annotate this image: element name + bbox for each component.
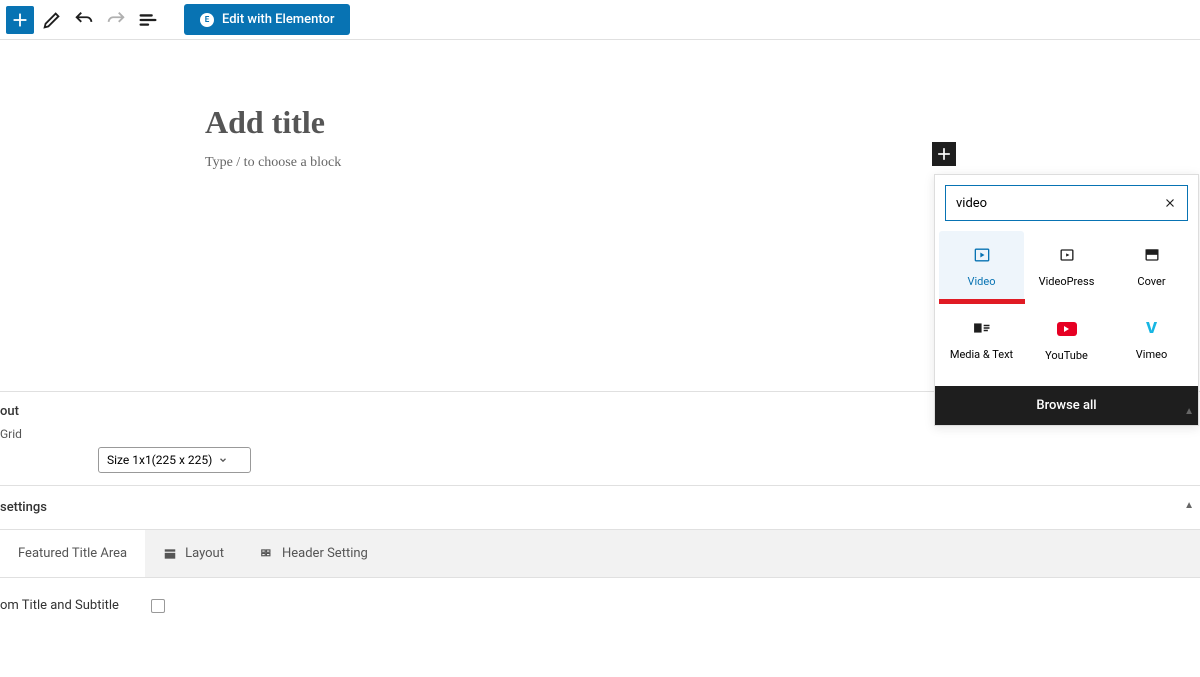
block-tile-label: Video: [968, 275, 996, 288]
redo-button: [102, 6, 130, 34]
edit-mode-button[interactable]: [38, 6, 66, 34]
tab-layout[interactable]: Layout: [145, 530, 242, 577]
undo-button[interactable]: [70, 6, 98, 34]
grid-size-select[interactable]: Size 1x1(225 x 225): [98, 447, 251, 473]
block-tile-video[interactable]: Video: [939, 231, 1024, 302]
block-inserter-popup: Video VideoPress Cover Media & Text Y: [934, 174, 1199, 426]
videopress-block-icon: [1057, 245, 1077, 265]
layout-tab-icon: [163, 547, 177, 561]
elementor-label: Edit with Elementor: [222, 12, 334, 27]
media-text-block-icon: [972, 318, 992, 338]
block-tile-youtube[interactable]: YouTube: [1024, 302, 1109, 376]
settings-panel: settings ▲: [0, 486, 1200, 530]
block-tile-vimeo[interactable]: v Vimeo: [1109, 302, 1194, 376]
grid-field-label: Grid: [0, 427, 22, 441]
editor-canvas: Add title Type / to choose a block: [0, 40, 1200, 171]
add-block-button[interactable]: [6, 6, 34, 34]
header-setting-tab-icon: [260, 547, 274, 561]
checkbox-label: om Title and Subtitle: [0, 598, 119, 613]
block-tile-label: Vimeo: [1136, 348, 1167, 361]
block-tile-label: YouTube: [1045, 349, 1088, 362]
collapse-caret-icon[interactable]: ▲: [1184, 406, 1194, 417]
block-tile-label: Media & Text: [950, 348, 1013, 361]
block-tile-label: VideoPress: [1039, 275, 1095, 288]
tab-header-setting[interactable]: Header Setting: [242, 530, 386, 577]
block-search-wrap: [935, 175, 1198, 231]
inline-inserter-button[interactable]: [932, 142, 956, 166]
settings-panel-header[interactable]: settings: [0, 500, 1200, 515]
video-block-icon: [972, 245, 992, 265]
elementor-icon: E: [200, 13, 214, 27]
grid-size-value: Size 1x1(225 x 225): [107, 453, 212, 467]
block-tile-media-text[interactable]: Media & Text: [939, 302, 1024, 376]
block-tile-videopress[interactable]: VideoPress: [1024, 231, 1109, 302]
tab-label: Featured Title Area: [18, 546, 127, 561]
vimeo-block-icon: v: [1146, 318, 1157, 338]
block-tile-label: Cover: [1137, 275, 1165, 288]
document-overview-button[interactable]: [134, 6, 162, 34]
layout-panel-header[interactable]: out: [0, 404, 1200, 419]
tab-label: Layout: [185, 546, 224, 561]
block-tile-cover[interactable]: Cover: [1109, 231, 1194, 302]
collapse-caret-icon[interactable]: ▲: [1184, 500, 1194, 511]
clear-search-button[interactable]: [1160, 193, 1180, 213]
settings-tabs: Featured Title Area Layout Header Settin…: [0, 530, 1200, 578]
youtube-block-icon: [1057, 319, 1077, 339]
block-results-grid: Video VideoPress Cover Media & Text Y: [935, 231, 1198, 386]
cover-block-icon: [1142, 245, 1162, 265]
post-content-placeholder[interactable]: Type / to choose a block: [205, 155, 1200, 171]
custom-title-checkbox[interactable]: [151, 599, 165, 613]
custom-title-checkbox-row: om Title and Subtitle: [0, 578, 1200, 633]
edit-with-elementor-button[interactable]: E Edit with Elementor: [184, 4, 350, 35]
post-title-input[interactable]: Add title: [205, 104, 1200, 141]
block-search-input[interactable]: [945, 185, 1188, 221]
tab-label: Header Setting: [282, 546, 368, 561]
layout-panel: out ▲ Grid Size 1x1(225 x 225): [0, 392, 1200, 486]
tab-featured-title[interactable]: Featured Title Area: [0, 530, 145, 577]
editor-toolbar: E Edit with Elementor: [0, 0, 1200, 40]
